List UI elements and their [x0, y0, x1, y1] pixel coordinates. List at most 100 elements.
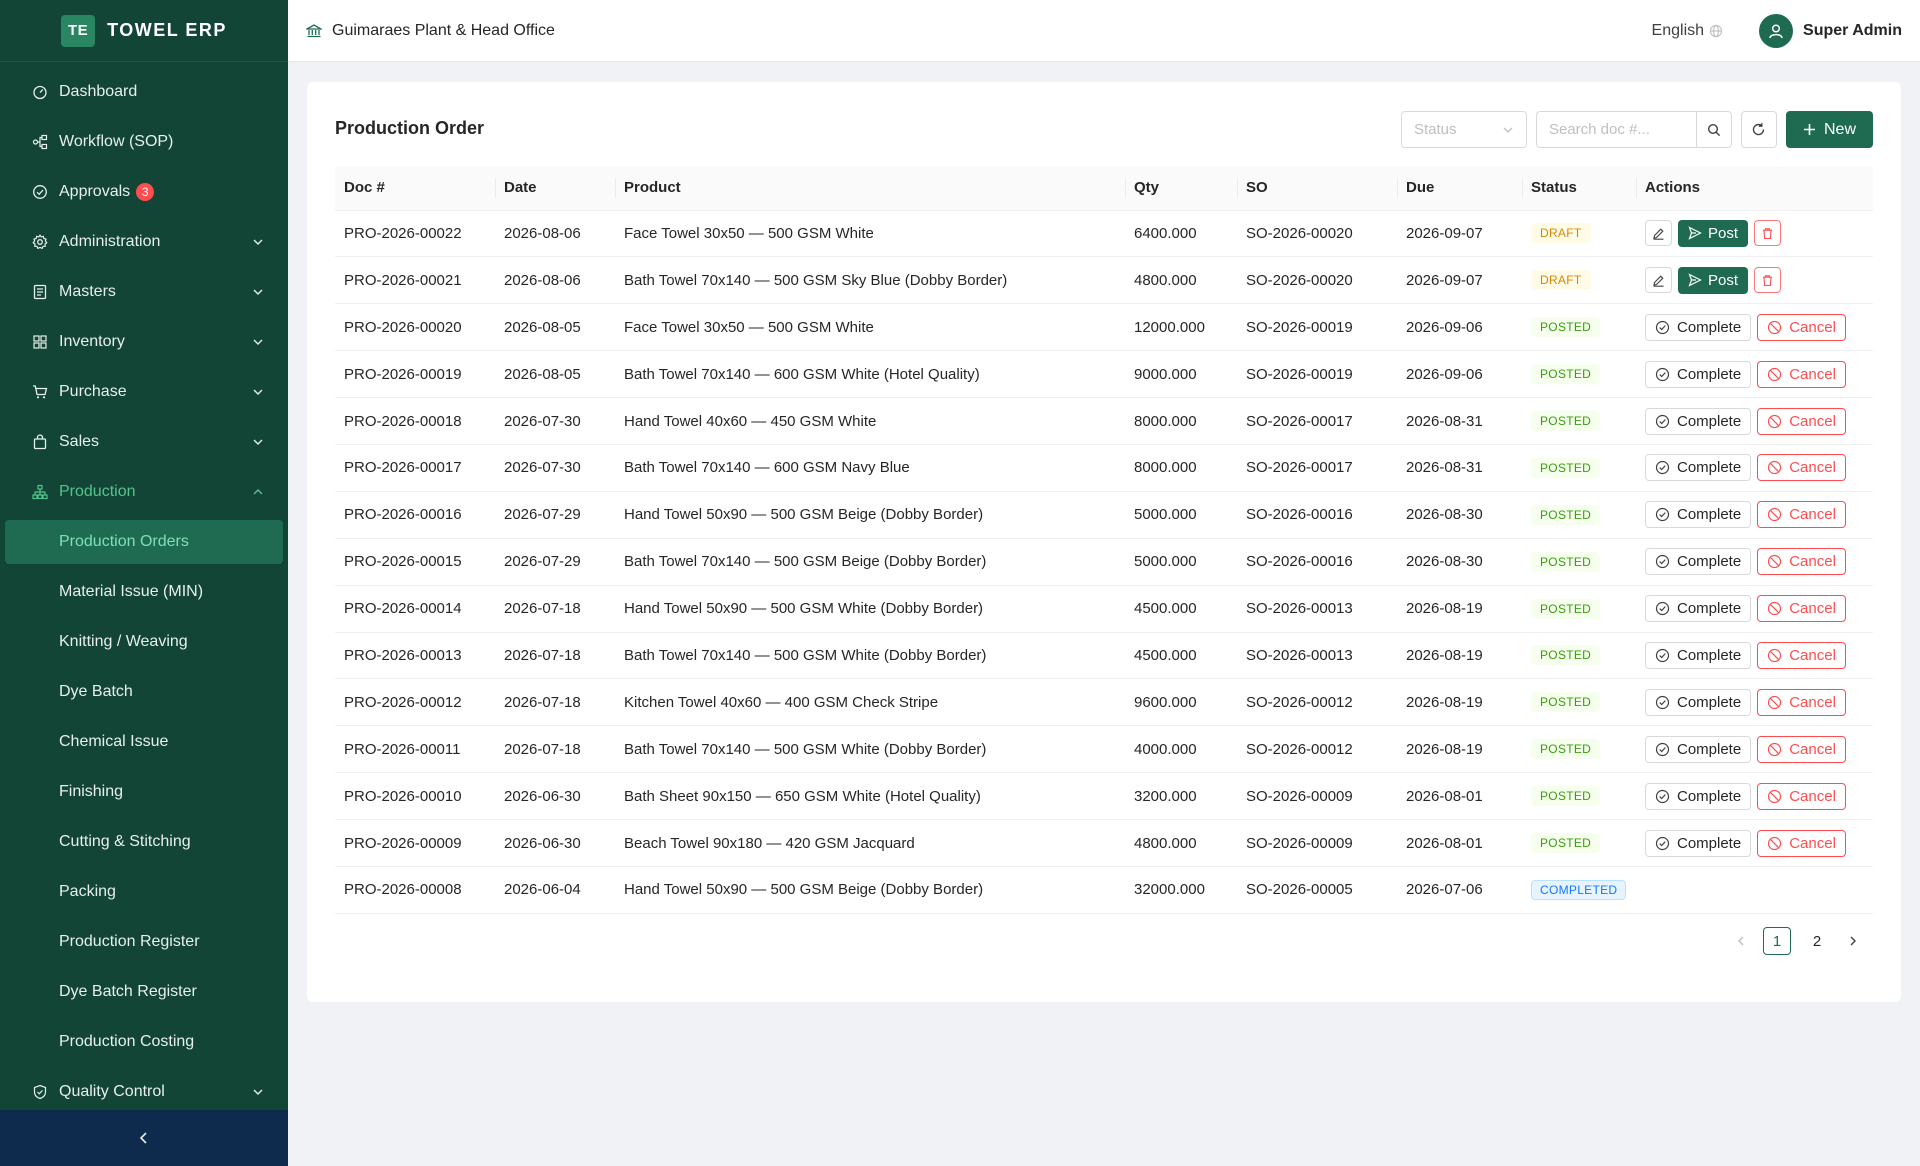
status-filter[interactable]: Status	[1400, 111, 1527, 148]
sidebar-subitem-packing[interactable]: Packing	[0, 867, 288, 917]
complete-button[interactable]: Complete	[1645, 313, 1752, 341]
status-cell: POSTED	[1522, 491, 1636, 539]
sidebar-subitem-production-costing[interactable]: Production Costing	[0, 1017, 288, 1067]
table-row[interactable]: PRO-2026-00022 2026-08-06 Face Towel 30x50…	[335, 210, 1873, 258]
cancel-button[interactable]: Cancel	[1757, 829, 1846, 857]
brand[interactable]: TE TOWEL ERP	[0, 0, 288, 62]
page-1-button[interactable]: 1	[1763, 927, 1791, 955]
chevron-down-icon	[253, 1089, 263, 1095]
sidebar-subitem-dye-batch-register[interactable]: Dye Batch Register	[0, 967, 288, 1017]
edit-button[interactable]	[1645, 267, 1672, 294]
due-cell: 2026-08-19	[1397, 632, 1522, 680]
sidebar: TE TOWEL ERP Dashboard Workflow (SOP) Appr…	[0, 0, 288, 1166]
refresh-button[interactable]	[1740, 111, 1777, 148]
table-row[interactable]: PRO-2026-00012 2026-07-18 Kitchen Towel 40…	[335, 678, 1873, 727]
sidebar-item-label: Approvals 3	[59, 183, 264, 201]
cancel-button[interactable]: Cancel	[1757, 735, 1846, 763]
cancel-button[interactable]: Cancel	[1757, 501, 1846, 529]
sidebar-subitem-cutting-stitching[interactable]: Cutting & Stitching	[0, 817, 288, 867]
date-cell: 2026-06-30	[495, 819, 615, 867]
table-row[interactable]: PRO-2026-00010 2026-06-30 Bath Sheet 90x15…	[335, 772, 1873, 821]
post-button[interactable]: Post	[1678, 266, 1749, 294]
cancel-button[interactable]: Cancel	[1757, 548, 1846, 576]
table-row[interactable]: PRO-2026-00013 2026-07-18 Bath Towel 70x14…	[335, 632, 1873, 680]
collapse-sidebar-button[interactable]	[0, 1110, 288, 1166]
cancel-button[interactable]: Cancel	[1757, 407, 1846, 435]
user-menu[interactable]: Super Admin	[1759, 13, 1902, 48]
date-cell: 2026-08-06	[495, 210, 615, 258]
sidebar-item-production[interactable]: Production	[0, 467, 288, 517]
sidebar-subitem-finishing[interactable]: Finishing	[0, 767, 288, 817]
complete-button[interactable]: Complete	[1645, 595, 1752, 623]
complete-button[interactable]: Complete	[1645, 688, 1752, 716]
cancel-button[interactable]: Cancel	[1757, 641, 1846, 669]
sidebar-item-quality-control[interactable]: Quality Control	[0, 1067, 288, 1110]
sidebar-subitem-production-register[interactable]: Production Register	[0, 917, 288, 967]
sidebar-item-purchase[interactable]: Purchase	[0, 367, 288, 417]
new-button[interactable]: New	[1785, 111, 1873, 148]
search-button[interactable]	[1695, 111, 1732, 148]
search-input[interactable]	[1535, 111, 1696, 148]
sidebar-item-masters[interactable]: Masters	[0, 267, 288, 317]
cancel-button[interactable]: Cancel	[1757, 313, 1846, 341]
prev-page-button[interactable]	[1731, 927, 1751, 955]
complete-button[interactable]: Complete	[1645, 641, 1752, 669]
sidebar-item-dashboard[interactable]: Dashboard	[0, 67, 288, 117]
complete-button[interactable]: Complete	[1645, 360, 1752, 388]
sidebar-item-administration[interactable]: Administration	[0, 217, 288, 267]
cancel-button[interactable]: Cancel	[1757, 360, 1846, 388]
table-row[interactable]: PRO-2026-00019 2026-08-05 Bath Towel 70x14…	[335, 350, 1873, 399]
cancel-button[interactable]: Cancel	[1757, 688, 1846, 716]
gear-icon	[32, 234, 48, 250]
complete-button[interactable]: Complete	[1645, 829, 1752, 857]
cancel-button[interactable]: Cancel	[1757, 595, 1846, 623]
table-row[interactable]: PRO-2026-00018 2026-07-30 Hand Towel 40x60…	[335, 397, 1873, 445]
stop-icon	[1768, 367, 1782, 381]
table-row[interactable]: PRO-2026-00021 2026-08-06 Bath Towel 70x14…	[335, 256, 1873, 305]
table-row[interactable]: PRO-2026-00014 2026-07-18 Hand Towel 50x90…	[335, 585, 1873, 633]
cancel-button[interactable]: Cancel	[1757, 782, 1846, 810]
org-switcher[interactable]: Guimaraes Plant & Head Office	[306, 22, 555, 40]
delete-button[interactable]	[1754, 267, 1782, 294]
table-row[interactable]: PRO-2026-00016 2026-07-29 Hand Towel 50x90…	[335, 491, 1873, 539]
sidebar-subitem-knitting-weaving[interactable]: Knitting / Weaving	[0, 617, 288, 667]
cancel-button[interactable]: Cancel	[1757, 454, 1846, 482]
edit-button[interactable]	[1645, 220, 1672, 247]
page-2-button[interactable]: 2	[1803, 927, 1831, 955]
sidebar-item-sales[interactable]: Sales	[0, 417, 288, 467]
sidebar-subitem-chemical-issue[interactable]: Chemical Issue	[0, 717, 288, 767]
date-cell: 2026-07-18	[495, 678, 615, 727]
book-icon	[32, 284, 48, 300]
complete-button[interactable]: Complete	[1645, 548, 1752, 576]
table-row[interactable]: PRO-2026-00008 2026-06-04 Hand Towel 50x90…	[335, 866, 1873, 914]
grid-icon	[32, 334, 48, 350]
sidebar-subitem-dye-batch[interactable]: Dye Batch	[0, 667, 288, 717]
complete-button[interactable]: Complete	[1645, 735, 1752, 763]
chevron-left-icon	[139, 1132, 147, 1144]
actions-cell: Complete Cancel	[1636, 303, 1873, 352]
sidebar-item-inventory[interactable]: Inventory	[0, 317, 288, 367]
so-cell: SO-2026-00020	[1237, 210, 1397, 258]
sidebar-subitem-material-issue-min[interactable]: Material Issue (MIN)	[0, 567, 288, 617]
chevron-down-icon	[253, 239, 263, 245]
table-row[interactable]: PRO-2026-00009 2026-06-30 Beach Towel 90x1…	[335, 819, 1873, 867]
production-order-table: Doc # Date Product Qty SO Due Status Actions PR…	[335, 166, 1873, 914]
complete-button[interactable]: Complete	[1645, 501, 1752, 529]
table-row[interactable]: PRO-2026-00020 2026-08-05 Face Towel 30x50…	[335, 303, 1873, 352]
actions-cell: Complete Cancel	[1636, 397, 1873, 445]
language-switcher[interactable]: English	[1652, 22, 1723, 40]
table-row[interactable]: PRO-2026-00011 2026-07-18 Bath Towel 70x14…	[335, 725, 1873, 774]
complete-button[interactable]: Complete	[1645, 407, 1752, 435]
next-page-button[interactable]	[1843, 927, 1863, 955]
delete-button[interactable]	[1754, 220, 1782, 247]
sidebar-subitem-production-orders[interactable]: Production Orders	[5, 520, 283, 564]
table-row[interactable]: PRO-2026-00015 2026-07-29 Bath Towel 70x14…	[335, 538, 1873, 586]
complete-button[interactable]: Complete	[1645, 782, 1752, 810]
check-circle-icon	[1655, 836, 1670, 850]
post-button[interactable]: Post	[1678, 219, 1749, 247]
sidebar-item-approvals[interactable]: Approvals 3	[0, 167, 288, 217]
sidebar-item-workflow-sop[interactable]: Workflow (SOP)	[0, 117, 288, 167]
complete-button[interactable]: Complete	[1645, 454, 1752, 482]
product-cell: Bath Towel 70x140 — 600 GSM Navy Blue	[615, 444, 1125, 492]
table-row[interactable]: PRO-2026-00017 2026-07-30 Bath Towel 70x14…	[335, 444, 1873, 492]
